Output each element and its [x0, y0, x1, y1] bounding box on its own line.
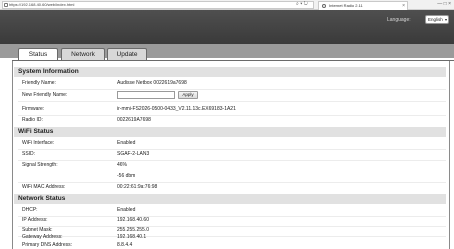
signal-strength-value: 46% [117, 162, 128, 168]
window-controls[interactable]: — □ × [437, 0, 451, 9]
ip-address-label: IP Address: [22, 217, 48, 223]
ssid-value: SGAF-2-LAN3 [117, 151, 150, 157]
radio-id-label: Radio ID: [22, 117, 43, 123]
dhcp-row: DHCP: Enabled [18, 205, 446, 215]
system-information-heading: System Information [14, 67, 446, 77]
signal-dbm-value: -56 dbm [117, 173, 136, 179]
dhcp-label: DHCP: [22, 207, 38, 213]
favicon-icon [322, 4, 326, 8]
friendly-name-row: Friendly Name: Audisse Netbox 0022619a76… [18, 78, 446, 88]
url-text: https://192.168.40.60/web/index.html [9, 2, 75, 7]
ssid-label: SSID: [22, 151, 36, 157]
language-select[interactable]: English ▾ [425, 15, 449, 24]
ip-address-value: 192.168.40.60 [117, 217, 149, 223]
firmware-label: Firmware: [22, 106, 45, 112]
browser-tab-title: Internet Radio 2.11 [329, 3, 363, 8]
new-friendly-name-row: New Friendly Name: Apply [18, 90, 446, 100]
tab-network[interactable]: Network [61, 48, 105, 60]
dhcp-value: Enabled [117, 207, 136, 213]
friendly-name-label: Friendly Name: [22, 80, 56, 86]
address-actions-icon[interactable]: ⌕ ▾ ↻ [296, 1, 308, 7]
tab-update[interactable]: Update [107, 48, 147, 60]
primary-dns-value: 8.8.4.4 [117, 242, 133, 248]
wifi-mac-value: 00:22:61:9a:76:98 [117, 184, 158, 190]
chevron-down-icon: ▾ [444, 17, 447, 22]
row-divider [18, 101, 446, 102]
firmware-row: Firmware: ir-mmi-FS2026-0500-0433_V2.11.… [18, 104, 446, 114]
browser-tab[interactable]: Internet Radio 2.11 × [318, 1, 408, 10]
close-tab-icon[interactable]: × [402, 2, 405, 10]
language-value: English [428, 17, 443, 22]
apply-button[interactable]: Apply [178, 91, 198, 99]
signal-strength-label: Signal Strength: [22, 162, 58, 168]
lock-icon [4, 3, 8, 7]
wifi-status-heading: WiFi Status [14, 127, 446, 137]
address-bar[interactable]: https://192.168.40.60/web/index.html [2, 1, 314, 9]
primary-dns-label: Primary DNS Address: [22, 242, 73, 248]
radio-id-value: 0022619A7698 [117, 117, 151, 123]
wifi-interface-row: WiFi Interface: Enabled [18, 138, 446, 148]
ssid-row: SSID: SGAF-2-LAN3 [18, 149, 446, 159]
friendly-name-value: Audisse Netbox 0022619a7698 [117, 80, 187, 86]
new-friendly-name-input[interactable] [117, 91, 175, 99]
radio-id-row: Radio ID: 0022619A7698 [18, 115, 446, 125]
firmware-value: ir-mmi-FS2026-0500-0433_V2.11.13c.EX6918… [117, 106, 236, 112]
app-header: Language: English ▾ [0, 10, 454, 44]
signal-dbm-row: -56 dbm [18, 171, 446, 181]
network-status-heading: Network Status [14, 194, 446, 204]
wifi-interface-value: Enabled [117, 140, 136, 146]
ip-address-row: IP Address: 192.168.40.60 [18, 215, 446, 225]
new-friendly-name-label: New Friendly Name: [22, 92, 68, 98]
wifi-mac-label: WiFi MAC Address: [22, 184, 66, 190]
browser-toolbar: https://192.168.40.60/web/index.html ⌕ ▾… [0, 0, 454, 10]
language-label: Language: [387, 17, 411, 23]
signal-strength-row: Signal Strength: 46% [18, 160, 446, 170]
wifi-mac-row: WiFi MAC Address: 00:22:61:9a:76:98 [18, 182, 446, 192]
primary-dns-row: Primary DNS Address: 8.8.4.4 [18, 240, 446, 249]
wifi-interface-label: WiFi Interface: [22, 140, 55, 146]
